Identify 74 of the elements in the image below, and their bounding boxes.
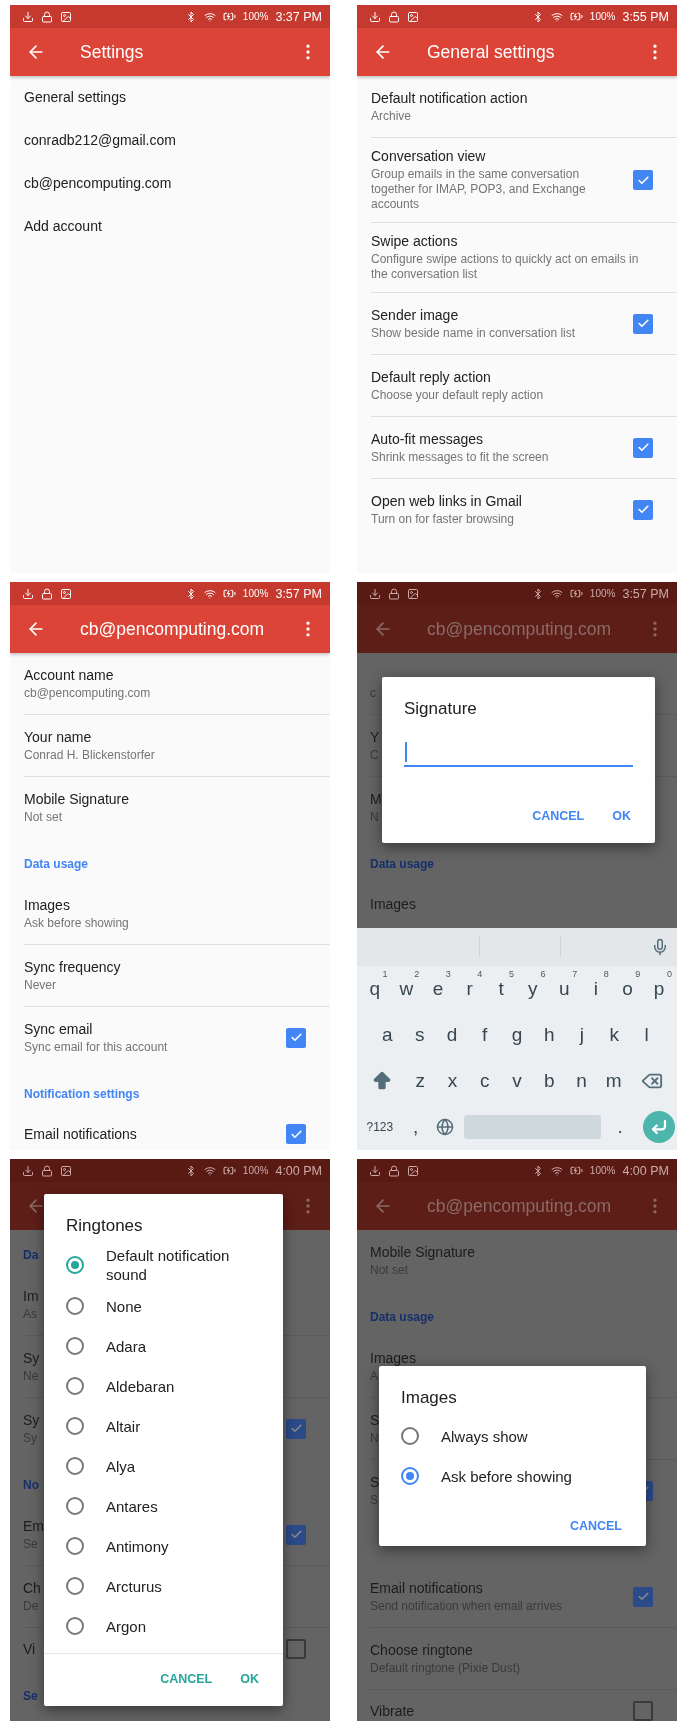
setting-description: cb@pencomputing.com: [24, 685, 152, 701]
dialog-title: Images: [400, 1387, 458, 1409]
screen-title: cb@pencomputing.com: [427, 618, 613, 640]
battery-level: 100%: [589, 1165, 616, 1176]
clock: 3:57 PM: [622, 586, 669, 601]
setting-title: Sync email: [24, 1020, 93, 1037]
section-header: Se: [23, 1688, 38, 1705]
setting-title: Sy: [23, 1349, 40, 1366]
battery-level: 100%: [242, 11, 269, 22]
setting-title: Email notifications: [24, 1126, 137, 1142]
screen-title: Settings: [80, 41, 145, 63]
setting-title: Open web links in Gmail: [371, 492, 522, 509]
setting-description: Group emails in the same conversation together for IMAP, POP3, and Exchange accounts: [371, 167, 587, 212]
setting-description: Choose your default reply action: [371, 387, 545, 403]
setting-title: cb@pencomputing.com: [24, 175, 172, 191]
setting-title: Em: [23, 1517, 44, 1534]
battery-level: 100%: [242, 1165, 269, 1176]
setting-title: Images: [370, 1349, 416, 1366]
section-header: No: [23, 1477, 39, 1494]
battery-level: 100%: [589, 588, 616, 599]
setting-title: Mobile Signature: [24, 790, 130, 807]
setting-description: Sync email for this account: [24, 1039, 169, 1055]
setting-title: S: [370, 1473, 380, 1490]
setting-title: Vibrate: [370, 1703, 415, 1719]
setting-title: Images: [370, 896, 416, 912]
setting-title: Sender image: [371, 306, 459, 323]
setting-description: Shrink messages to fit the screen: [371, 449, 550, 465]
screen-title: cb@pencomputing.com: [427, 1195, 613, 1217]
setting-description: Ask before showing: [24, 915, 130, 931]
clock: 4:00 PM: [622, 1163, 669, 1178]
setting-description: Configure swipe actions to quickly act on emails in the conversation list: [371, 252, 640, 282]
setting-title: General settings: [24, 89, 126, 105]
setting-title: Sy: [23, 1411, 40, 1428]
dialog-title: Signature: [403, 698, 478, 720]
setting-description: Archive: [371, 108, 412, 124]
section-header: Data usage: [24, 856, 89, 873]
setting-description: Never: [24, 977, 57, 993]
setting-title: Sync frequency: [24, 958, 121, 975]
screen-title: cb@pencomputing.com: [80, 618, 266, 640]
clock: 4:00 PM: [275, 1163, 322, 1178]
setting-title: Your name: [24, 728, 92, 745]
setting-title: M: [370, 790, 382, 807]
setting-title: Auto-fit messages: [371, 430, 484, 447]
setting-title: Default notification action: [371, 89, 528, 106]
clock: 3:57 PM: [275, 586, 322, 601]
setting-title: Choose ringtone: [370, 1641, 473, 1658]
setting-title: S: [370, 1411, 380, 1428]
setting-title: Images: [24, 896, 70, 913]
setting-title: Email notifications: [370, 1579, 483, 1596]
battery-level: 100%: [589, 11, 616, 22]
setting-title: conradb212@gmail.com: [24, 132, 176, 148]
clock: 3:55 PM: [622, 9, 669, 24]
screen-title: General settings: [427, 41, 556, 63]
setting-title: Add account: [24, 218, 102, 234]
section-header: Data usage: [370, 856, 435, 873]
setting-title: Im: [23, 1287, 39, 1304]
setting-description: Not set: [24, 809, 63, 825]
dialog-title: Ringtones: [65, 1215, 144, 1237]
setting-description: Turn on for faster browsing: [371, 511, 515, 527]
setting-title: Mobile Signature: [370, 1243, 476, 1260]
section-header: Data usage: [370, 1309, 435, 1326]
setting-title: Default reply action: [371, 368, 491, 385]
battery-level: 100%: [242, 588, 269, 599]
setting-title: Ch: [23, 1579, 41, 1596]
setting-description: Conrad H. Blickenstorfer: [24, 747, 156, 763]
setting-title: Vi: [23, 1641, 36, 1657]
setting-title: Swipe actions: [371, 233, 458, 249]
setting-title: Conversation view: [371, 148, 486, 164]
section-header: Da: [23, 1247, 39, 1264]
setting-title: Y: [370, 728, 380, 745]
clock: 3:37 PM: [275, 9, 322, 24]
section-header: Notification settings: [24, 1086, 140, 1103]
setting-description: Show beside name in conversation list: [371, 325, 577, 341]
setting-title: Account name: [24, 666, 114, 683]
